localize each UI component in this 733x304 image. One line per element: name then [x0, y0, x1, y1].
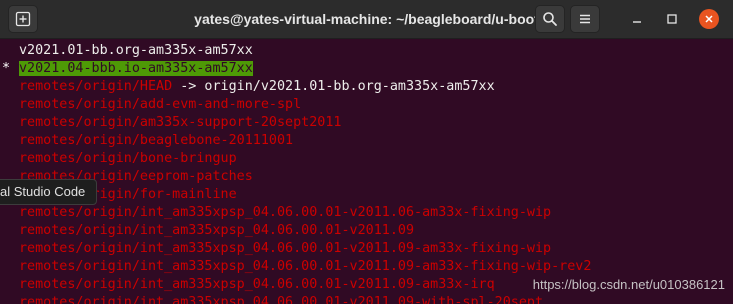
branch-name: v2021.01-bb.org-am335x-am57xx: [19, 43, 253, 58]
branch-name: remotes/origin/beaglebone-20111001: [19, 133, 294, 148]
branch-name: remotes/origin/int_am335xpsp_04.06.00.01…: [19, 277, 495, 292]
watermark: https://blog.csdn.net/u010386121: [532, 277, 725, 292]
branch-name: remotes/origin/HEAD: [19, 79, 173, 94]
maximize-icon: [667, 14, 677, 24]
search-button[interactable]: [535, 5, 565, 33]
close-button[interactable]: [699, 9, 719, 29]
branch-name: remotes/origin/add-evm-and-more-spl: [19, 97, 302, 112]
minimize-button[interactable]: [627, 9, 647, 29]
hamburger-menu-icon: [580, 14, 590, 24]
branch-name: remotes/origin/int_am335xpsp_04.06.00.01…: [19, 223, 415, 238]
branch-name: remotes/origin/bone-bringup: [19, 151, 237, 166]
branch-name: remotes/origin/int_am335xpsp_04.06.00.01…: [19, 241, 552, 256]
title-bar: yates@yates-virtual-machine: ~/beagleboa…: [0, 0, 733, 39]
menu-button[interactable]: [570, 5, 600, 33]
head-pointer: -> origin/v2021.01-bb.org-am335x-am57xx: [172, 79, 495, 94]
window-title: yates@yates-virtual-machine: ~/beagleboa…: [194, 11, 539, 27]
branch-name: remotes/origin/am335x-support-20sept2011: [19, 115, 342, 130]
vscode-tooltip: al Studio Code: [0, 179, 97, 205]
terminal-output[interactable]: v2021.01-bb.org-am335x-am57xx * v2021.04-b…: [0, 39, 733, 304]
branch-name: remotes/origin/int_am335xpsp_04.06.00.01…: [19, 205, 552, 220]
close-icon: [705, 15, 713, 23]
branch-name: remotes/origin/int_am335xpsp_04.06.00.01…: [19, 295, 544, 304]
current-branch-marker: *: [2, 61, 11, 76]
branch-name: remotes/origin/int_am335xpsp_04.06.00.01…: [19, 259, 592, 274]
branch-name: v2021.04-bbb.io-am335x-am57xx: [19, 61, 253, 76]
maximize-button[interactable]: [662, 9, 682, 29]
minimize-icon: [633, 21, 641, 23]
search-icon: [543, 12, 557, 26]
